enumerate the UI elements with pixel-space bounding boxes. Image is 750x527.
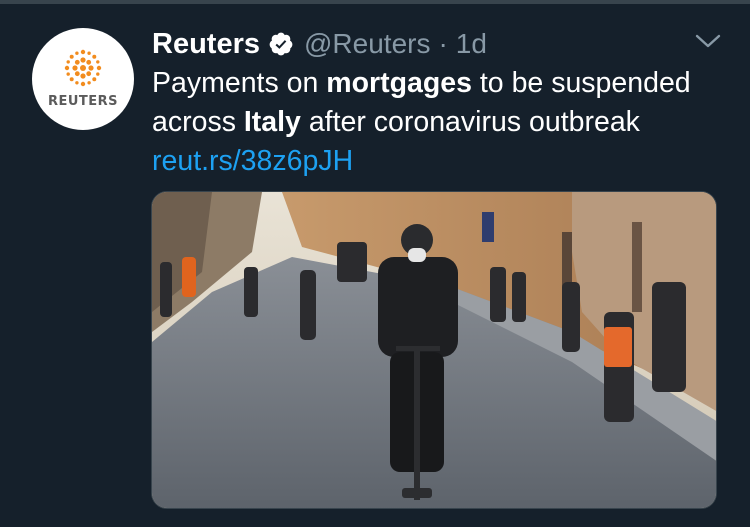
chevron-down-icon[interactable] xyxy=(694,30,722,52)
top-divider xyxy=(0,0,750,4)
tweet-text-bold-mortgages: mortgages xyxy=(326,67,472,99)
tweet-text-part: Payments on xyxy=(152,67,327,99)
author-name[interactable]: Reuters xyxy=(152,28,260,61)
reuters-logo-icon xyxy=(64,49,102,87)
tweet-text-bold-italy: Italy xyxy=(243,106,301,138)
tweet-text: Payments on mortgages to be suspended ac… xyxy=(152,64,732,181)
tweet-header: Reuters @Reuters · 1d xyxy=(152,24,487,64)
avatar[interactable]: REUTERS xyxy=(32,28,134,130)
tweet-link[interactable]: reut.rs/38z6pJH xyxy=(152,145,353,177)
tweet-timestamp[interactable]: 1d xyxy=(456,28,487,60)
author-handle[interactable]: @Reuters xyxy=(304,28,430,60)
photo-icon xyxy=(152,192,716,508)
avatar-logo-text: REUTERS xyxy=(47,94,119,109)
verified-badge-icon xyxy=(268,31,294,57)
tweet-text-part: after coronavirus outbreak xyxy=(300,106,640,138)
separator-dot: · xyxy=(438,28,448,59)
tweet-photo[interactable] xyxy=(151,191,717,509)
